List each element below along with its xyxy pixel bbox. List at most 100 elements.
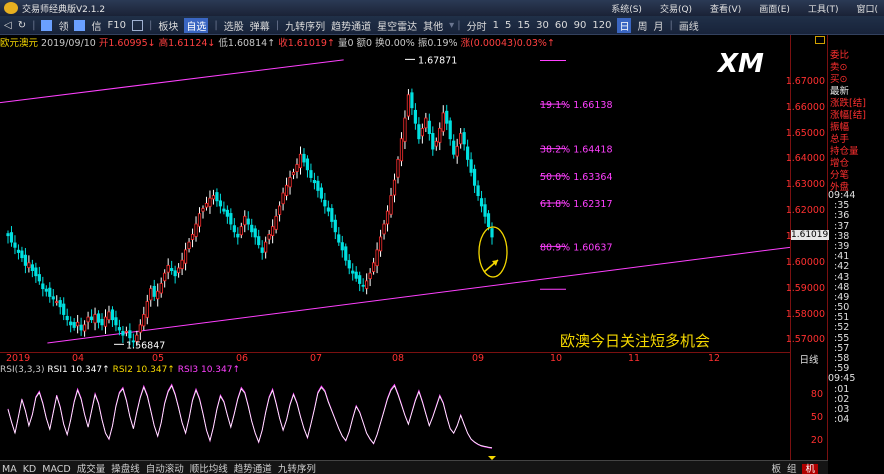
quote-amount: 额0 xyxy=(356,38,373,47)
candle xyxy=(16,244,21,260)
candle xyxy=(284,177,289,201)
candle xyxy=(337,227,341,246)
candle xyxy=(257,229,261,249)
indicator-tab[interactable]: 成交量 xyxy=(77,464,106,474)
tool-xin[interactable]: 信 xyxy=(91,18,101,33)
menu-screen[interactable]: 画面(E) xyxy=(759,2,790,15)
candle xyxy=(138,319,142,340)
home-icon[interactable] xyxy=(41,19,53,31)
indicator-tab[interactable]: 趋势通道 xyxy=(234,464,272,474)
candle xyxy=(156,283,160,307)
candle xyxy=(215,188,219,207)
bottom-tab[interactable]: 机 xyxy=(802,464,818,474)
indicator-tab[interactable]: 操盘线 xyxy=(111,464,140,474)
period-5[interactable]: 5 xyxy=(505,20,511,31)
menu-trade[interactable]: 交易(Q) xyxy=(660,2,692,15)
rsi-legend: RSI(3,3,3) RSI1 10.347↑ RSI2 10.347↑ RSI… xyxy=(0,365,240,376)
indicator-tab[interactable]: MACD xyxy=(42,464,70,474)
candle xyxy=(469,152,473,177)
candle xyxy=(472,164,477,193)
indicator-tab[interactable]: MA xyxy=(2,464,17,474)
price-tick: 1.59000 xyxy=(785,282,825,294)
candle xyxy=(298,146,303,175)
period-30[interactable]: 30 xyxy=(536,20,549,31)
menu-window[interactable]: 窗口( xyxy=(856,2,878,15)
tool-xingkong[interactable]: 星空雷达 xyxy=(377,18,417,33)
tool-qushi[interactable]: 趋势通道 xyxy=(331,18,371,33)
side-panel-label: 总手 xyxy=(830,134,850,145)
tool-jiuzhuan[interactable]: 九转序列 xyxy=(285,18,325,33)
price-tick: 1.64000 xyxy=(785,153,825,165)
period-120[interactable]: 120 xyxy=(592,20,611,31)
panel-toggle-icon[interactable] xyxy=(815,36,825,44)
time-tick: 05 xyxy=(152,353,165,364)
candle xyxy=(229,208,233,230)
info-icon[interactable] xyxy=(74,19,86,31)
refresh-icon[interactable]: ↻ xyxy=(18,20,26,31)
quote-high: 高1.61124↓ xyxy=(158,38,216,47)
fib-level-label: 50.0% 1.63364 xyxy=(540,172,612,183)
candle xyxy=(490,222,494,245)
tick-time: :42 xyxy=(834,261,850,273)
price-tick: 1.58000 xyxy=(785,308,825,320)
tool-ling[interactable]: 领 xyxy=(58,18,68,33)
candle xyxy=(271,219,275,244)
tool-danmu[interactable]: 弹幕 xyxy=(250,18,270,33)
candle xyxy=(23,248,28,274)
period-15[interactable]: 15 xyxy=(517,20,530,31)
rsi-chart[interactable] xyxy=(0,376,790,460)
side-panel-label: 买⊙ xyxy=(830,74,848,85)
period-60[interactable]: 60 xyxy=(555,20,568,31)
side-panel-label: 涨跌[结] xyxy=(830,98,866,109)
tool-qita[interactable]: 其他 xyxy=(423,18,443,33)
tool-f10[interactable]: F10 xyxy=(107,20,125,31)
tool-zixuan[interactable]: 自选 xyxy=(184,17,209,33)
candle xyxy=(27,255,31,273)
candle xyxy=(452,134,456,159)
candle xyxy=(117,319,122,336)
indicator-tab[interactable]: 九转序列 xyxy=(278,464,316,474)
title-bar: 交易师经典版V2.1.2 系统(S) 交易(Q) 查看(V) 画面(E) 工具(… xyxy=(0,0,884,16)
tool-xuangu[interactable]: 选股 xyxy=(224,18,244,33)
current-price-marker: 1.61019 xyxy=(791,230,829,241)
candle xyxy=(302,148,306,167)
time-tick: 08 xyxy=(392,353,405,364)
period-day[interactable]: 日 xyxy=(617,17,632,33)
tool-bankuai[interactable]: 板块 xyxy=(158,18,178,33)
candle xyxy=(34,262,38,283)
candle xyxy=(274,208,278,234)
candlestick-chart[interactable]: 19.1% 1.66138 38.2% 1.64418 50.0% 1.63364 6… xyxy=(0,47,790,352)
tool-huaxian[interactable]: 画线 xyxy=(679,18,699,33)
symbol-name: 欧元澳元 xyxy=(0,38,39,47)
quote-date: 2019/09/10 xyxy=(41,38,96,47)
candle xyxy=(6,230,10,244)
bottom-tab[interactable]: 板 xyxy=(771,464,781,474)
period-90[interactable]: 90 xyxy=(574,20,587,31)
window-icon[interactable] xyxy=(131,19,143,31)
indicator-tab[interactable]: 顺比均线 xyxy=(190,464,228,474)
candle xyxy=(375,242,379,274)
menu-view[interactable]: 查看(V) xyxy=(710,2,741,15)
period-fenshi[interactable]: 分时 xyxy=(467,18,487,33)
bottom-tab[interactable]: 组 xyxy=(787,464,797,474)
annotation-text: 欧澳今日关注短多机会 xyxy=(560,332,710,350)
candle xyxy=(114,310,118,332)
period-1[interactable]: 1 xyxy=(493,20,499,31)
time-tick: 09 xyxy=(472,353,485,364)
indicator-tab[interactable]: KD xyxy=(23,464,37,474)
candle xyxy=(365,273,369,295)
menu-tools[interactable]: 工具(T) xyxy=(808,2,839,15)
period-week[interactable]: 周 xyxy=(637,18,647,33)
period-month[interactable]: 月 xyxy=(653,18,663,33)
candle xyxy=(382,219,386,240)
back-icon[interactable]: ◁ xyxy=(4,20,12,31)
candle xyxy=(410,88,414,115)
indicator-tab[interactable]: 自动滚动 xyxy=(146,464,184,474)
rsi2-name: RSI2 xyxy=(112,365,133,375)
time-tick: 04 xyxy=(72,353,85,364)
candle xyxy=(211,189,216,205)
fib-level-label: 38.2% 1.64418 xyxy=(540,145,612,156)
candle xyxy=(166,258,170,280)
menu-system[interactable]: 系统(S) xyxy=(611,2,642,15)
upper-trendline[interactable] xyxy=(0,59,344,104)
